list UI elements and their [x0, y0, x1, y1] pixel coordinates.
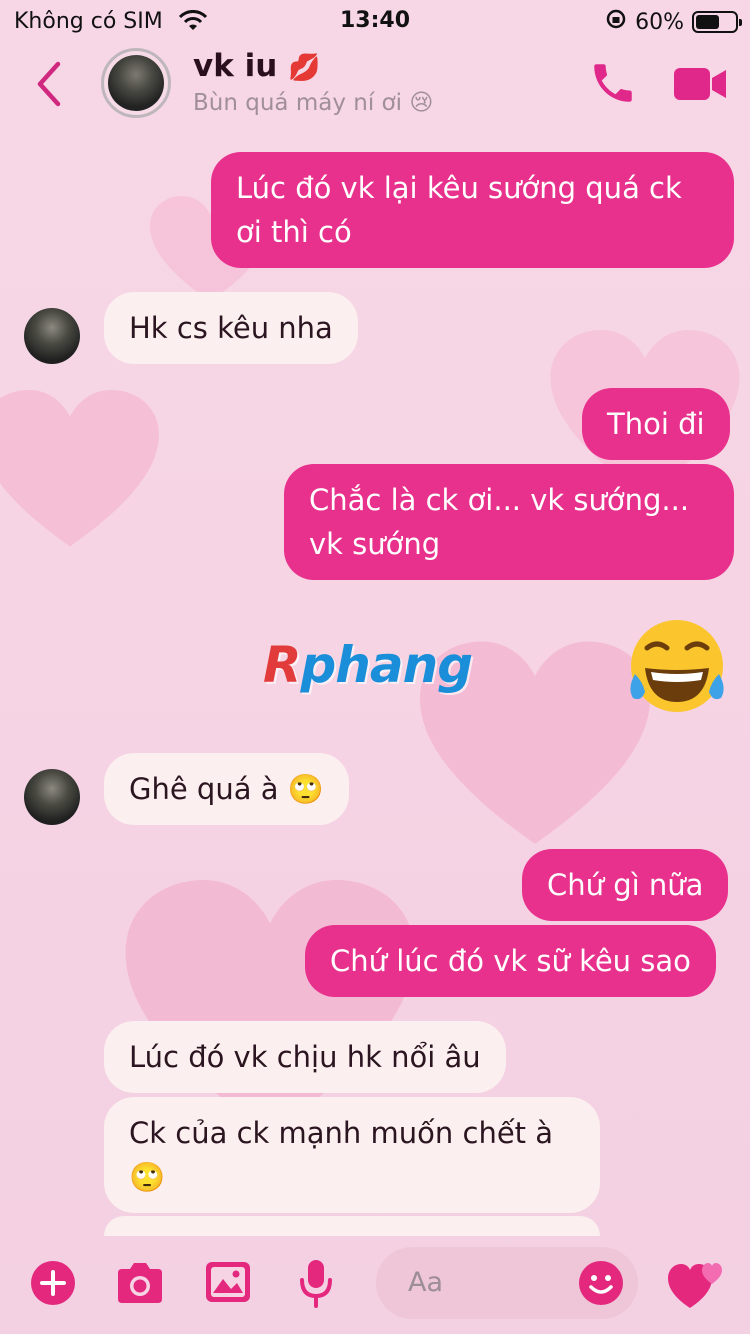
back-button[interactable]	[28, 58, 72, 110]
emoji-picker-button[interactable]	[578, 1260, 624, 1310]
camera-button[interactable]	[114, 1261, 166, 1309]
contact-avatar-small[interactable]	[24, 308, 80, 364]
message-bubble-sent[interactable]: Thoi đi	[582, 388, 730, 460]
message-bubble-sent[interactable]: Chứ gì nữa	[522, 849, 729, 921]
status-bar: Không có SIM 13:40 60%	[0, 0, 750, 42]
microphone-icon	[300, 1260, 332, 1308]
send-hearts-button[interactable]	[668, 1258, 726, 1314]
message-bubble-sent[interactable]: Lúc đó vk lại kêu sướng quá ck ơi thì có	[211, 152, 734, 268]
phone-icon	[594, 64, 632, 102]
chat-header: vk iu 💋 Bùn quá máy ní ơi 😢	[0, 42, 750, 142]
watermark-logo: Rphang	[263, 636, 474, 694]
contact-avatar[interactable]	[101, 48, 171, 118]
message-bubble-received[interactable]: Lúc đó vk chịu hk nổi âu	[104, 1021, 506, 1093]
hearts-icon	[668, 1263, 722, 1308]
contact-name[interactable]: vk iu 💋	[193, 48, 320, 84]
image-icon	[206, 1262, 250, 1302]
contact-status: Bùn quá máy ní ơi 😢	[193, 90, 433, 116]
battery-fill	[696, 15, 719, 29]
message-bubble-received[interactable]: Hk cs kêu nha	[104, 292, 358, 364]
battery-icon	[692, 11, 742, 33]
battery-percent: 60%	[635, 9, 684, 35]
tears-of-joy-emoji	[630, 620, 724, 712]
voice-message-button[interactable]	[298, 1258, 334, 1312]
contact-status-text: Bùn quá máy ní ơi	[193, 90, 402, 116]
watermark-r: R	[263, 636, 302, 694]
background-heart	[0, 390, 160, 550]
message-bubble-sent[interactable]: Chứ lúc đó vk sữ kêu sao	[305, 925, 716, 997]
composer-bar	[0, 1232, 750, 1334]
smiley-icon	[579, 1261, 623, 1305]
video-icon	[674, 68, 726, 100]
message-input-container[interactable]	[376, 1247, 638, 1319]
call-button[interactable]	[588, 58, 638, 112]
gallery-button[interactable]	[205, 1261, 251, 1307]
plus-icon	[31, 1261, 75, 1305]
sad-emoji: 😢	[409, 90, 434, 116]
back-chevron-icon	[37, 61, 61, 107]
contact-name-text: vk iu	[193, 48, 278, 84]
orientation-lock-icon	[605, 8, 627, 36]
camera-icon	[118, 1263, 162, 1303]
message-bubble-received[interactable]: Ck của ck mạnh muốn chết à 🙄	[104, 1097, 600, 1213]
watermark-text: phang	[300, 636, 474, 694]
message-bubble-received[interactable]: Ghê quá à 🙄	[104, 753, 349, 825]
message-bubble-sent[interactable]: Chắc là ck ơi... vk sướng... vk sướng	[284, 464, 734, 580]
video-call-button[interactable]	[672, 64, 728, 108]
more-actions-button[interactable]	[30, 1260, 76, 1310]
kiss-emoji: 💋	[288, 53, 321, 83]
laughing-emoji-message[interactable]	[625, 618, 729, 718]
contact-avatar-small[interactable]	[24, 769, 80, 825]
message-input[interactable]	[406, 1261, 580, 1303]
